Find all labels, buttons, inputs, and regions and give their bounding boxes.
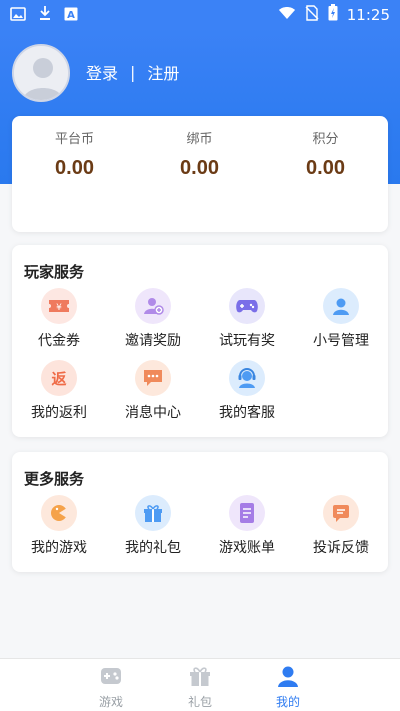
player-services-card: 玩家服务 ¥ 代金券 邀请奖励 试玩有奖 小号管理 返 我的返利 消息中心 我的… (12, 245, 388, 437)
wallet-points[interactable]: 积分 0.00 (263, 128, 388, 180)
gamepad-icon (229, 288, 265, 324)
section-title: 更多服务 (24, 470, 85, 488)
profile-tab-icon (278, 666, 298, 687)
service-voucher[interactable]: ¥ 代金券 (12, 288, 106, 350)
login-link[interactable]: 登录 (86, 60, 118, 84)
image-icon (10, 6, 26, 25)
login-register: 登录 | 注册 (86, 60, 179, 84)
bill-icon (229, 495, 265, 531)
status-bar: A 11:25 (0, 0, 400, 28)
svg-text:A: A (67, 10, 75, 21)
section-title: 玩家服务 (24, 263, 85, 281)
gift-tab-icon (190, 667, 210, 686)
wallet-bound-coin[interactable]: 绑币 0.00 (137, 128, 262, 180)
grid-label: 我的游戏 (31, 540, 87, 556)
wallet-label: 平台币 (54, 132, 94, 147)
tab-label: 礼包 (187, 695, 212, 709)
service-trial-reward[interactable]: 试玩有奖 (200, 288, 294, 350)
status-left: A (10, 5, 78, 25)
grid-label: 试玩有奖 (219, 333, 275, 349)
wallet-label: 积分 (312, 132, 339, 147)
login-separator: | (130, 62, 136, 82)
svg-text:¥: ¥ (56, 303, 62, 313)
wallet-label: 绑币 (186, 132, 213, 147)
more-game-bill[interactable]: 游戏账单 (200, 495, 294, 557)
wallet-value: 0.00 (55, 157, 94, 179)
service-rebate[interactable]: 返 我的返利 (12, 360, 106, 422)
my-game-icon (41, 495, 77, 531)
service-invite-reward[interactable]: 邀请奖励 (106, 288, 200, 350)
tab-games[interactable]: 游戏 (81, 665, 141, 710)
more-my-gifts[interactable]: 我的礼包 (106, 495, 200, 557)
invite-reward-icon (135, 288, 171, 324)
no-sim-icon (305, 4, 319, 25)
wifi-icon (278, 5, 296, 24)
gift-icon (135, 495, 171, 531)
battery-charging-icon (328, 4, 338, 25)
feedback-icon (323, 495, 359, 531)
app-a-icon: A (64, 6, 78, 25)
customer-service-icon (229, 360, 265, 396)
tab-gifts[interactable]: 礼包 (170, 665, 230, 710)
grid-label: 代金券 (38, 333, 80, 349)
wallet-platform-coin[interactable]: 平台币 0.00 (12, 128, 137, 180)
service-message-center[interactable]: 消息中心 (106, 360, 200, 422)
message-icon (135, 360, 171, 396)
status-right: 11:25 (278, 4, 390, 25)
grid-label: 游戏账单 (219, 540, 275, 556)
game-tab-icon (101, 668, 121, 684)
download-icon (38, 5, 52, 25)
grid-label: 我的礼包 (125, 540, 181, 556)
rebate-icon: 返 (41, 360, 77, 396)
avatar[interactable] (12, 44, 70, 102)
more-services-card: 更多服务 我的游戏 我的礼包 游戏账单 投诉反馈 (12, 452, 388, 572)
status-time: 11:25 (346, 5, 390, 24)
tab-profile[interactable]: 我的 (258, 665, 318, 710)
account-icon (323, 288, 359, 324)
service-sub-account[interactable]: 小号管理 (294, 288, 388, 350)
grid-label: 小号管理 (313, 333, 369, 349)
grid-label: 我的客服 (219, 405, 275, 421)
grid-label: 消息中心 (125, 405, 181, 421)
bottom-tab-bar: 游戏 礼包 我的 (0, 658, 400, 711)
grid-label: 我的返利 (31, 405, 87, 421)
more-feedback[interactable]: 投诉反馈 (294, 495, 388, 557)
wallet-value: 0.00 (306, 157, 345, 179)
voucher-icon: ¥ (41, 288, 77, 324)
tab-label: 游戏 (98, 695, 123, 709)
wallet-card: 平台币 0.00 绑币 0.00 积分 0.00 (12, 116, 388, 232)
grid-label: 投诉反馈 (313, 540, 369, 556)
service-customer-service[interactable]: 我的客服 (200, 360, 294, 422)
more-my-games[interactable]: 我的游戏 (12, 495, 106, 557)
wallet-value: 0.00 (180, 157, 219, 179)
rebate-glyph: 返 (51, 369, 67, 388)
register-link[interactable]: 注册 (147, 60, 179, 84)
tab-label: 我的 (275, 695, 300, 709)
grid-label: 邀请奖励 (125, 333, 181, 349)
